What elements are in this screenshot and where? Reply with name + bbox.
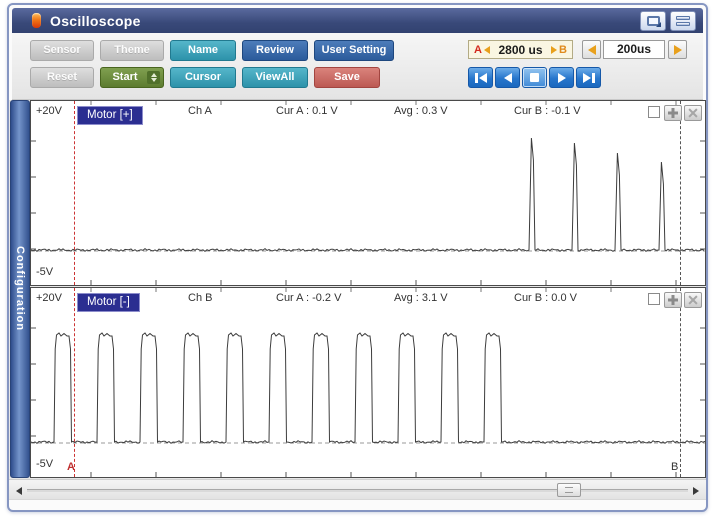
titlebar-buttons [640, 11, 696, 31]
skip-to-end-button[interactable] [576, 67, 601, 88]
user-setting-button[interactable]: User Setting [314, 40, 394, 61]
channel-badge-motor-minus[interactable]: Motor [-] [77, 293, 140, 312]
scope-panel-ch-b: +20V Motor [-] Ch B Cur A : -0.2 V Avg :… [30, 287, 706, 478]
cursor-b-readout: Cur B : -0.1 V [514, 105, 581, 117]
channel-label: Ch B [188, 292, 212, 304]
cursor-a-marker-label: A [67, 461, 75, 473]
stop-square-icon [530, 73, 539, 82]
channel-label: Ch A [188, 105, 212, 117]
scrollbar-track[interactable] [27, 489, 688, 492]
right-arrow-icon [674, 45, 682, 55]
spinner-down-icon [151, 78, 157, 82]
zoom-plus-button[interactable] [664, 292, 682, 308]
name-button[interactable]: Name [170, 40, 236, 61]
reset-button[interactable]: Reset [30, 67, 94, 88]
start-button[interactable]: Start [100, 67, 164, 88]
toolbar: Sensor Theme Name Review User Setting Re… [12, 33, 703, 100]
configuration-tab[interactable]: Configuration [10, 100, 30, 478]
start-spinner[interactable] [147, 71, 160, 84]
export-screen-button[interactable] [640, 11, 666, 31]
timebase-decrease-button[interactable] [582, 40, 601, 59]
cursor-b-line[interactable] [680, 288, 681, 477]
y-min-label: -5V [36, 458, 53, 470]
oscilloscope-window: Oscilloscope Sensor Theme Name Review Us… [7, 3, 708, 512]
scope-panel-ch-a: +20V Motor [+] Ch A Cur A : 0.1 V Avg : … [30, 100, 706, 286]
cursor-a-line[interactable] [74, 288, 75, 477]
channel-checkbox[interactable] [648, 293, 660, 305]
cursor-b-readout: Cur B : 0.0 V [514, 292, 577, 304]
waveform-ch-a [31, 101, 705, 285]
cursor-a-readout: Cur A : -0.2 V [276, 292, 341, 304]
zoom-plus-button[interactable] [664, 105, 682, 121]
cursor-a-tag: A [474, 44, 482, 56]
step-forward-button[interactable] [549, 67, 574, 88]
left-arrow-icon [588, 45, 596, 55]
cursor-button[interactable]: Cursor [170, 67, 236, 88]
app-icon [32, 13, 41, 28]
chart-area: Configuration +20V Motor [+] Ch A Cur A … [9, 100, 706, 479]
bar-icon [475, 73, 478, 83]
triangle-right-icon [558, 73, 566, 83]
channel-badge-motor-plus[interactable]: Motor [+] [77, 106, 143, 125]
save-button[interactable]: Save [314, 67, 380, 88]
triangle-left-icon [479, 73, 487, 83]
timebase-value: 200us [603, 40, 665, 59]
triangle-right-icon [583, 73, 591, 83]
y-max-label: +20V [36, 105, 62, 117]
review-button[interactable]: Review [242, 40, 308, 61]
waveform-ch-b [31, 288, 705, 477]
triangle-left-icon [504, 73, 512, 83]
bar-icon [592, 73, 595, 83]
start-label: Start [112, 71, 137, 83]
viewall-button[interactable]: ViewAll [242, 67, 308, 88]
average-readout: Avg : 3.1 V [394, 292, 448, 304]
cursor-b-line[interactable] [680, 101, 681, 285]
y-min-label: -5V [36, 266, 53, 278]
titlebar: Oscilloscope [12, 8, 703, 33]
step-back-button[interactable] [495, 67, 520, 88]
layout-split-button[interactable] [670, 11, 696, 31]
cursor-b-arrow-icon[interactable] [551, 46, 557, 54]
window-title: Oscilloscope [50, 13, 141, 29]
cursor-a-line[interactable] [74, 101, 75, 285]
horizontal-scrollbar [9, 479, 706, 500]
stop-button[interactable] [522, 67, 547, 88]
cursor-b-tag: B [559, 44, 567, 56]
skip-to-start-button[interactable] [468, 67, 493, 88]
cursor-b-marker-label: B [671, 461, 678, 473]
close-panel-button[interactable] [684, 105, 702, 121]
y-max-label: +20V [36, 292, 62, 304]
scroll-left-arrow-icon[interactable] [16, 487, 22, 495]
playback-controls [468, 67, 601, 88]
spinner-up-icon [151, 73, 157, 77]
timebase-increase-button[interactable] [668, 40, 687, 59]
monitor-export-icon [647, 16, 660, 26]
scrollbar-thumb[interactable] [557, 483, 581, 497]
cursor-delta-value: 2800 us [490, 43, 551, 57]
theme-button[interactable]: Theme [100, 40, 164, 61]
close-panel-button[interactable] [684, 292, 702, 308]
sensor-button[interactable]: Sensor [30, 40, 94, 61]
cursor-delta-readout: A 2800 us B [468, 40, 573, 59]
split-layout-icon [676, 16, 690, 26]
configuration-label: Configuration [14, 246, 26, 331]
scroll-right-arrow-icon[interactable] [693, 487, 699, 495]
cursor-a-readout: Cur A : 0.1 V [276, 105, 338, 117]
average-readout: Avg : 0.3 V [394, 105, 448, 117]
channel-checkbox[interactable] [648, 106, 660, 118]
